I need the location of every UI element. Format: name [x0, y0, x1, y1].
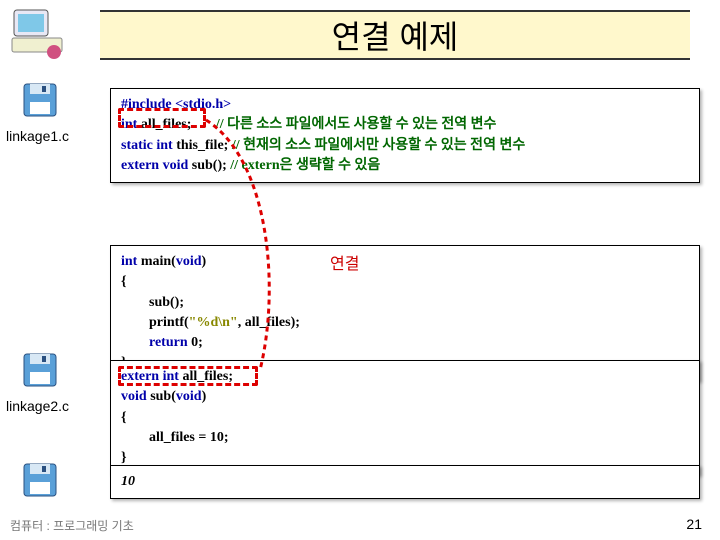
computer-icon	[8, 6, 68, 61]
slide-title: 연결 예제	[332, 12, 459, 58]
code: printf(	[121, 315, 189, 330]
code: main(	[137, 254, 176, 269]
slide-header: 연결 예제	[0, 0, 720, 70]
footer-text: 컴퓨터 : 프로그래밍 기초	[10, 517, 134, 534]
comment: // 다른 소스 파일에서도 사용할 수 있는 전역 변수	[216, 117, 497, 132]
code: sub();	[188, 158, 230, 173]
title-band: 연결 예제	[100, 10, 690, 60]
kw: int	[121, 117, 137, 132]
code: )	[202, 254, 207, 269]
code: sub();	[121, 293, 689, 313]
code-block-1: #include <stdio.h> int all_files; // 다른 …	[110, 88, 700, 183]
page-number: 21	[686, 516, 702, 532]
disk-icon	[20, 460, 60, 500]
kw: int	[121, 254, 137, 269]
kw: extern void	[121, 158, 188, 173]
kw: void	[176, 389, 202, 404]
code: all_files;	[137, 117, 191, 132]
code: this_file;	[173, 138, 232, 153]
linkage-label: 연결	[330, 250, 359, 274]
kw: static int	[121, 138, 173, 153]
code	[121, 335, 149, 350]
disk-icon	[20, 80, 60, 120]
file2-label: linkage2.c	[6, 398, 101, 414]
code-block-3: extern int all_files; void sub(void) { a…	[110, 360, 700, 475]
kw: void	[176, 254, 202, 269]
output-block: 10	[110, 465, 700, 499]
code-line: #include <stdio.h>	[121, 97, 231, 112]
file1-label: linkage1.c	[6, 128, 101, 144]
code: sub(	[147, 389, 176, 404]
comment: // extern은 생략할 수 있음	[230, 158, 380, 173]
code: {	[121, 408, 689, 428]
kw: extern int	[121, 369, 179, 384]
kw: return	[149, 335, 188, 350]
code: 0;	[188, 335, 203, 350]
code: all_files = 10;	[121, 428, 689, 448]
comment: // 현재의 소스 파일에서만 사용할 수 있는 전역 변수	[232, 138, 525, 153]
code: , all_files);	[238, 315, 300, 330]
disk-icon	[20, 350, 60, 390]
code: all_files;	[179, 369, 233, 384]
code: {	[121, 272, 689, 292]
kw: void	[121, 389, 147, 404]
code: )	[202, 389, 207, 404]
output: 10	[121, 472, 689, 492]
string: "%d\n"	[189, 315, 238, 330]
